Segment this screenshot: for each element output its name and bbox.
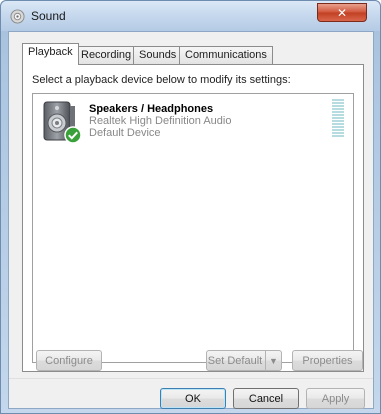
device-list-item[interactable]: Speakers / Headphones Realtek High Defin… bbox=[34, 95, 352, 151]
playback-tab-panel: Select a playback device below to modify… bbox=[22, 64, 364, 372]
sound-app-icon bbox=[10, 9, 25, 24]
ok-button[interactable]: OK bbox=[160, 388, 226, 409]
device-description: Realtek High Definition Audio bbox=[89, 115, 232, 127]
properties-button[interactable]: Properties bbox=[292, 350, 363, 371]
tab-recording[interactable]: Recording bbox=[75, 46, 138, 64]
configure-button[interactable]: Configure bbox=[36, 350, 102, 371]
device-status: Default Device bbox=[89, 127, 161, 139]
dialog-body: Playback Recording Sounds Communications… bbox=[8, 31, 374, 409]
tab-communications[interactable]: Communications bbox=[179, 46, 273, 64]
apply-button[interactable]: Apply bbox=[306, 388, 365, 409]
close-button[interactable]: ✕ bbox=[317, 3, 367, 22]
set-default-button[interactable]: Set Default bbox=[207, 351, 263, 370]
chevron-down-icon: ▼ bbox=[269, 355, 278, 366]
window-title: Sound bbox=[31, 9, 66, 23]
close-icon: ✕ bbox=[336, 5, 348, 20]
button-row-divider bbox=[9, 378, 373, 379]
cancel-button[interactable]: Cancel bbox=[233, 388, 299, 409]
volume-level-meter bbox=[332, 99, 344, 139]
device-name: Speakers / Headphones bbox=[89, 103, 214, 115]
set-default-split-button[interactable]: Set Default ▼ bbox=[206, 350, 282, 371]
sound-dialog-window: Sound ✕ Playback Recording Sounds Commun… bbox=[0, 0, 381, 414]
instruction-text: Select a playback device below to modify… bbox=[32, 74, 291, 86]
set-default-dropdown-arrow[interactable]: ▼ bbox=[265, 351, 281, 370]
title-bar[interactable]: Sound ✕ bbox=[1, 1, 380, 31]
playback-device-list[interactable]: Speakers / Headphones Realtek High Defin… bbox=[32, 93, 354, 363]
default-device-check-icon bbox=[64, 126, 82, 144]
tab-playback[interactable]: Playback bbox=[22, 43, 79, 65]
tab-sounds[interactable]: Sounds bbox=[133, 46, 183, 64]
